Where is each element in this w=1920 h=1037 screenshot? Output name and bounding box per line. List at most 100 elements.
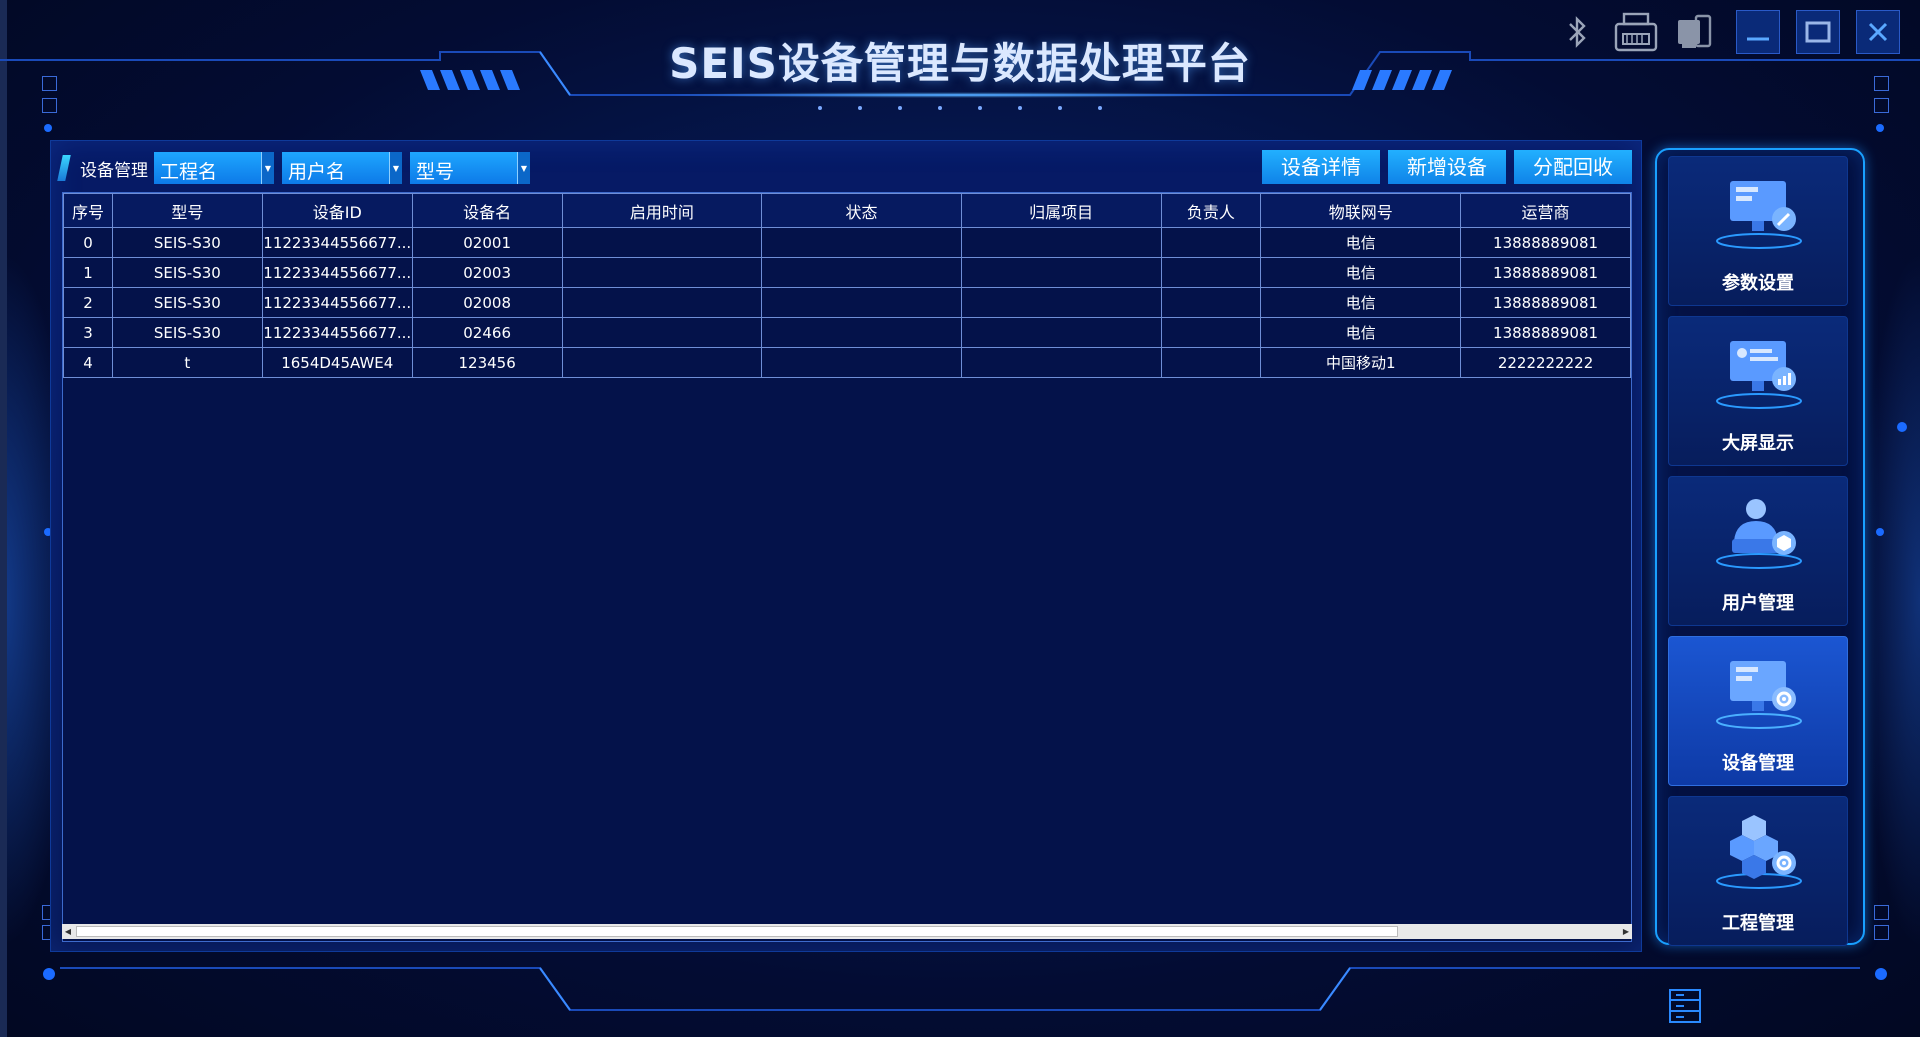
table-cell: 02001	[411, 227, 563, 258]
assign-recycle-button[interactable]: 分配回收	[1514, 150, 1632, 184]
user-filter-value: 用户名	[288, 161, 346, 183]
database-icon	[1668, 988, 1702, 1024]
column-header[interactable]: 设备名	[411, 193, 563, 228]
table-cell: 13888889081	[1460, 287, 1631, 318]
table-cell: 11223344556677...	[261, 287, 413, 318]
column-header[interactable]: 启用时间	[561, 193, 763, 228]
user-filter-select[interactable]: 用户名 ▼	[282, 152, 402, 184]
deco-dot	[1897, 422, 1907, 432]
section-marker	[57, 155, 71, 181]
column-header[interactable]: 设备ID	[261, 193, 413, 228]
column-header[interactable]: 归属项目	[960, 193, 1162, 228]
table-cell: t	[111, 347, 263, 378]
scroll-left-icon[interactable]: ◀	[62, 924, 74, 939]
table-cell	[561, 257, 763, 288]
table-cell: SEIS-S30	[111, 317, 263, 348]
table-cell	[561, 227, 763, 258]
scrollbar-thumb[interactable]	[76, 926, 1398, 937]
table-cell: 13888889081	[1460, 227, 1631, 258]
monitor-edit-icon	[1716, 181, 1802, 249]
table-cell: 1	[63, 257, 113, 288]
table-cell: 2222222222	[1460, 347, 1631, 378]
project-filter-value: 工程名	[160, 161, 218, 183]
table-row[interactable]: 0 SEIS-S30 11223344556677... 02001 电信 13…	[63, 227, 1631, 258]
table-cell: SEIS-S30	[111, 257, 263, 288]
menu-item-label: 设备管理	[1722, 753, 1794, 774]
table-cell: 123456	[411, 347, 563, 378]
table-cell: SEIS-S30	[111, 287, 263, 318]
monitor-chart-icon	[1716, 341, 1802, 409]
table-cell	[561, 317, 763, 348]
printer-icon[interactable]	[1614, 10, 1658, 54]
add-device-button[interactable]: 新增设备	[1388, 150, 1506, 184]
table-cell: 电信	[1260, 317, 1462, 348]
deco-square	[1874, 98, 1889, 113]
chevron-down-icon[interactable]: ▼	[261, 152, 274, 184]
menu-item-user-management[interactable]: 用户管理	[1668, 476, 1848, 626]
menu-item-big-screen[interactable]: 大屏显示	[1668, 316, 1848, 466]
bluetooth-icon[interactable]	[1556, 10, 1600, 54]
deco-dot	[44, 124, 52, 132]
footer-frame	[60, 967, 1860, 1011]
maximize-button[interactable]	[1796, 10, 1840, 54]
column-header[interactable]: 负责人	[1160, 193, 1262, 228]
menu-item-label: 工程管理	[1722, 913, 1794, 934]
title-glow	[660, 92, 1260, 98]
table-cell	[761, 257, 962, 288]
table-cell: 13888889081	[1460, 317, 1631, 348]
device-details-button[interactable]: 设备详情	[1262, 150, 1380, 184]
table-cell	[1160, 347, 1262, 378]
project-filter-select[interactable]: 工程名 ▼	[154, 152, 274, 184]
table-cell: SEIS-S30	[111, 227, 263, 258]
table-cell: 11223344556677...	[261, 227, 413, 258]
left-edge	[0, 0, 7, 1037]
menu-item-parameter-settings[interactable]: 参数设置	[1668, 156, 1848, 306]
horizontal-scrollbar[interactable]: ◀ ▶	[62, 924, 1632, 939]
table-row[interactable]: 1 SEIS-S30 11223344556677... 02003 电信 13…	[63, 257, 1631, 288]
deco-dot	[1876, 124, 1884, 132]
cubes-gear-icon	[1716, 815, 1802, 889]
table-row[interactable]: 4 t 1654D45AWE4 123456 中国移动1 2222222222	[63, 347, 1631, 378]
column-header[interactable]: 物联网号	[1260, 193, 1462, 228]
table-cell	[561, 347, 763, 378]
minimize-button[interactable]	[1736, 10, 1780, 54]
table-cell	[960, 227, 1162, 258]
device-icon[interactable]	[1672, 10, 1716, 54]
close-button[interactable]	[1856, 10, 1900, 54]
table-cell	[761, 287, 962, 318]
column-header[interactable]: 序号	[63, 193, 113, 228]
menu-item-label: 参数设置	[1722, 273, 1794, 294]
table-cell: 3	[63, 317, 113, 348]
table-cell	[1160, 317, 1262, 348]
table-row[interactable]: 3 SEIS-S30 11223344556677... 02466 电信 13…	[63, 317, 1631, 348]
toolbar: 设备管理 工程名 ▼ 用户名 ▼ 型号 ▼	[57, 150, 538, 186]
table-cell: 4	[63, 347, 113, 378]
model-filter-select[interactable]: 型号 ▼	[410, 152, 530, 184]
table-cell	[761, 347, 962, 378]
menu-item-label: 用户管理	[1722, 593, 1794, 614]
column-header[interactable]: 状态	[761, 193, 962, 228]
table-cell: 11223344556677...	[261, 257, 413, 288]
chevron-down-icon[interactable]: ▼	[517, 152, 530, 184]
deco-square	[1874, 925, 1889, 940]
table-cell: 1654D45AWE4	[261, 347, 413, 378]
menu-item-project-management[interactable]: 工程管理	[1668, 796, 1848, 946]
deco-square	[42, 76, 57, 91]
table-cell: 2	[63, 287, 113, 318]
page-title: SEIS设备管理与数据处理平台	[669, 39, 1251, 88]
column-header[interactable]: 运营商	[1460, 193, 1631, 228]
column-header[interactable]: 型号	[111, 193, 263, 228]
table-cell: 02003	[411, 257, 563, 288]
chevron-down-icon[interactable]: ▼	[389, 152, 402, 184]
table-cell: 02466	[411, 317, 563, 348]
table-cell	[960, 317, 1162, 348]
table-cell	[761, 227, 962, 258]
menu-item-device-management[interactable]: 设备管理	[1668, 636, 1848, 786]
table-cell: 11223344556677...	[261, 317, 413, 348]
table-cell	[1160, 257, 1262, 288]
table-cell: 0	[63, 227, 113, 258]
scroll-right-icon[interactable]: ▶	[1620, 924, 1632, 939]
table-row[interactable]: 2 SEIS-S30 11223344556677... 02008 电信 13…	[63, 287, 1631, 318]
table-cell	[1160, 227, 1262, 258]
table-cell	[960, 287, 1162, 318]
